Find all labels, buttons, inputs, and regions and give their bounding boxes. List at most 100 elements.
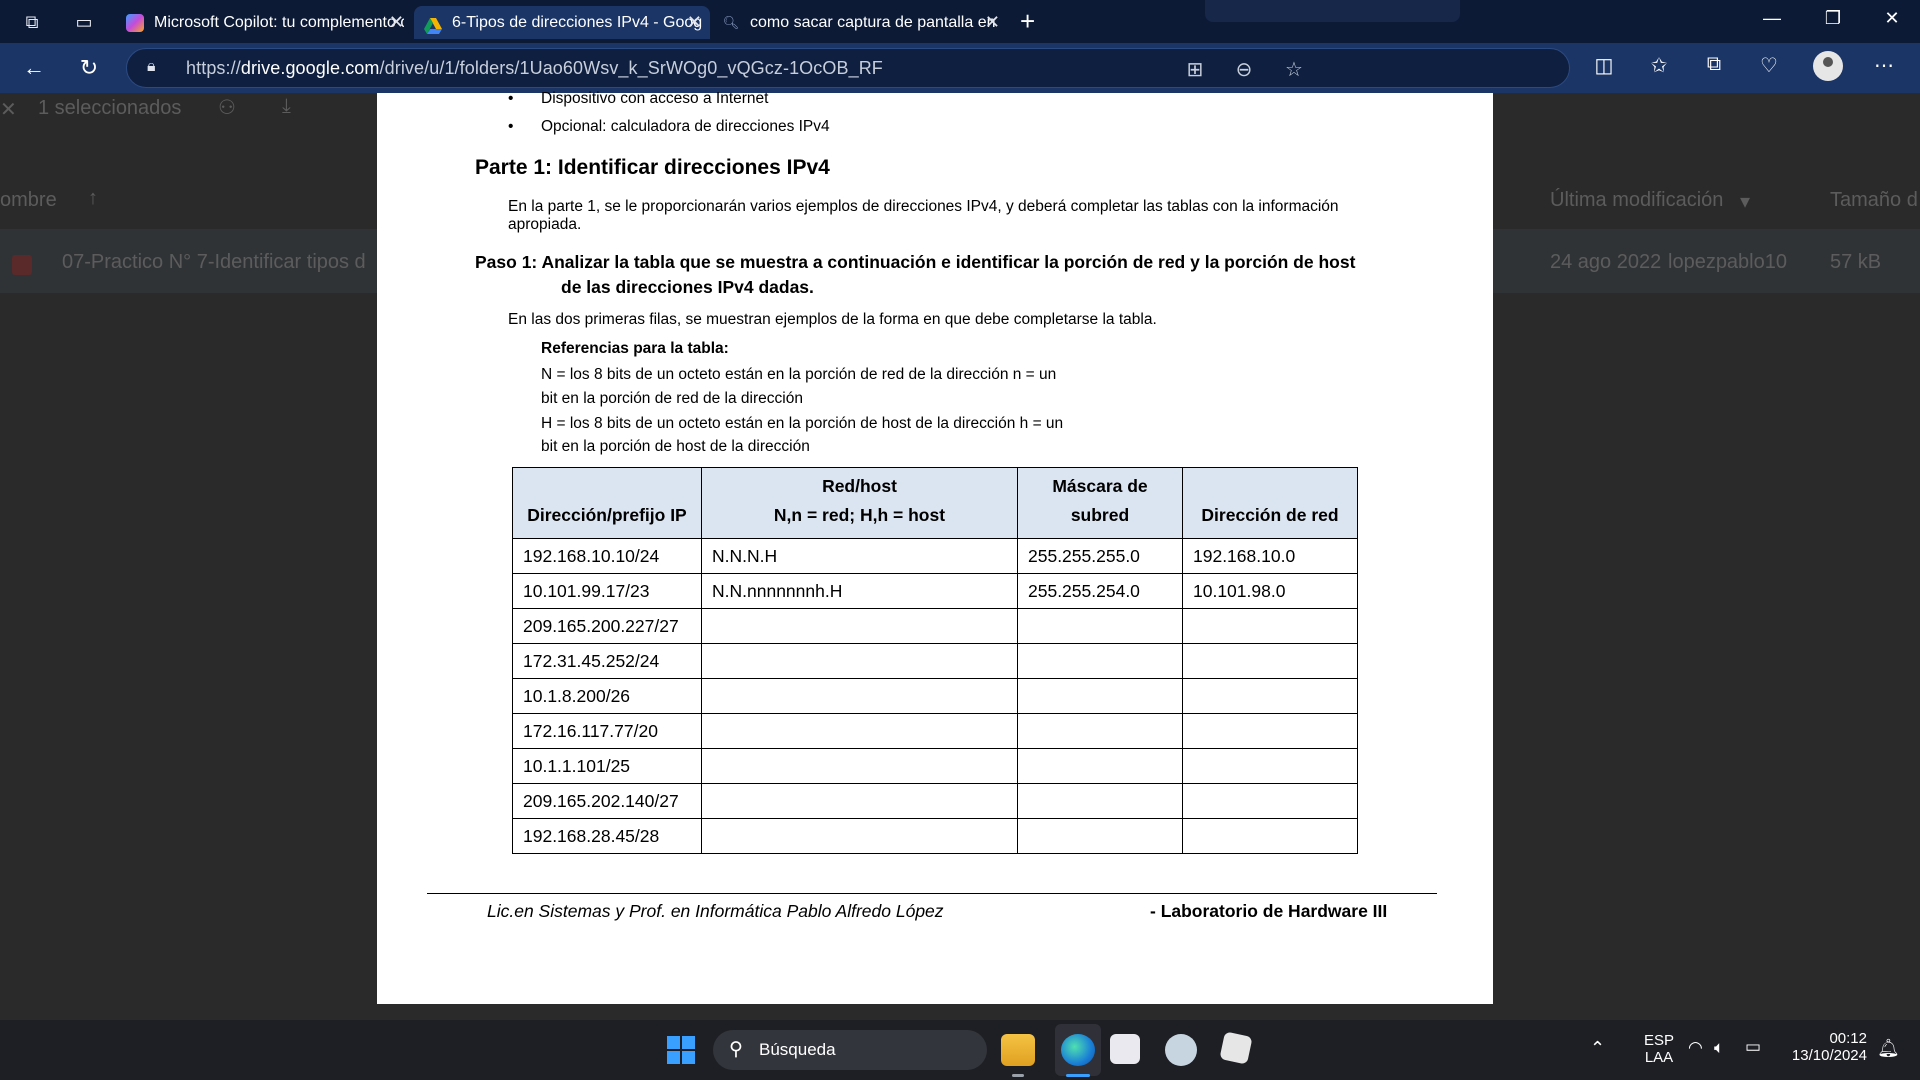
reference-text: H = los 8 bits de un octeto están en la … bbox=[541, 415, 1064, 432]
split-screen-icon[interactable]: ◫ bbox=[1587, 53, 1621, 78]
close-tab-icon[interactable]: ✕ bbox=[985, 6, 1000, 39]
tab-google-drive[interactable]: 6-Tipos de direcciones IPv4 - Google Dri… bbox=[414, 6, 710, 39]
file-explorer-icon[interactable] bbox=[1001, 1034, 1035, 1066]
tab-actions-icon[interactable]: ▭ bbox=[70, 8, 98, 36]
table-cell bbox=[1182, 713, 1358, 749]
table-cell: 209.165.200.227/27 bbox=[512, 608, 702, 644]
windows-start-icon[interactable] bbox=[667, 1036, 695, 1064]
lock-icon[interactable]: 🔒︎ bbox=[147, 58, 156, 76]
footer-course: - Laboratorio de Hardware III bbox=[1150, 901, 1388, 921]
url-text[interactable]: https://drive.google.com/drive/u/1/folde… bbox=[186, 58, 883, 79]
close-selection-icon[interactable]: ✕ bbox=[0, 97, 17, 122]
more-options-icon[interactable]: ⋯ bbox=[1867, 53, 1901, 78]
references-title: Referencias para la tabla: bbox=[541, 340, 729, 357]
file-name[interactable]: 07-Practico N° 7-Identificar tipos d bbox=[62, 251, 366, 274]
collections-icon[interactable]: ⧉ bbox=[1697, 53, 1731, 76]
close-window-icon[interactable]: ✕ bbox=[1872, 8, 1912, 29]
table-header-row: Dirección/prefijo IP Red/host N,n = red; … bbox=[512, 467, 1358, 539]
table-cell: 192.168.28.45/28 bbox=[512, 818, 702, 854]
share-icon[interactable]: ⚇ bbox=[218, 95, 236, 120]
zoom-icon[interactable]: ⊖ bbox=[1230, 57, 1258, 82]
step-title: Paso 1: Analizar la tabla que se muestra… bbox=[475, 252, 1356, 297]
workspaces-icon[interactable]: ⧉ bbox=[18, 8, 46, 36]
table-cell: 10.101.99.17/23 bbox=[512, 573, 702, 609]
intro-text: apropiada. bbox=[508, 216, 582, 233]
table-cell: 172.16.117.77/20 bbox=[512, 713, 702, 749]
example-note: En las dos primeras filas, se muestran e… bbox=[508, 311, 1157, 328]
table-row: 10.1.1.101/25 bbox=[512, 748, 1358, 784]
profile-avatar[interactable] bbox=[1813, 51, 1843, 81]
table-cell bbox=[1182, 818, 1358, 854]
close-tab-icon[interactable]: ✕ bbox=[687, 6, 702, 39]
tab-title: Microsoft Copilot: tu complemento de IA bbox=[154, 14, 404, 31]
tab-search[interactable]: 🔍︎ como sacar captura de pantalla en win… bbox=[712, 6, 1008, 39]
wifi-icon[interactable]: ◠ bbox=[1688, 1038, 1703, 1058]
table-cell bbox=[701, 608, 1018, 644]
table-cell bbox=[1017, 608, 1183, 644]
table-row: 172.16.117.77/20 bbox=[512, 713, 1358, 749]
search-icon: ⚲ bbox=[729, 1039, 743, 1060]
table-row: 10.1.8.200/26 bbox=[512, 678, 1358, 714]
app-available-icon[interactable]: ⊞ bbox=[1181, 57, 1209, 82]
bullet-item: Dispositivo con acceso a Internet bbox=[508, 90, 769, 108]
download-icon[interactable]: ⤓ bbox=[282, 95, 291, 118]
table-cell bbox=[1017, 783, 1183, 819]
notification-bell-icon[interactable]: 🔔︎ bbox=[1877, 1038, 1900, 1059]
table-row: 192.168.28.45/28 bbox=[512, 818, 1358, 854]
table-cell bbox=[701, 643, 1018, 679]
chevron-up-icon[interactable]: ⌃ bbox=[1590, 1038, 1605, 1059]
pdf-icon bbox=[12, 255, 32, 275]
size-column-header[interactable]: Tamaño d bbox=[1830, 189, 1918, 212]
table-cell bbox=[1182, 678, 1358, 714]
table-cell bbox=[1182, 783, 1358, 819]
clock[interactable]: 00:12 13/10/2024 bbox=[1783, 1030, 1867, 1064]
pdf-page: Dispositivo con acceso a Internet Opcion… bbox=[377, 90, 1493, 1004]
battery-icon[interactable]: ▭ bbox=[1745, 1037, 1761, 1057]
taskbar-search[interactable]: ⚲ Búsqueda bbox=[713, 1030, 987, 1070]
header-net-host: Red/host N,n = red; H,h = host bbox=[701, 467, 1018, 539]
table-row: 192.168.10.10/24 N.N.N.H 255.255.255.0 1… bbox=[512, 538, 1358, 574]
new-tab-button[interactable]: + bbox=[1020, 6, 1035, 36]
table-cell bbox=[701, 748, 1018, 784]
tab-copilot[interactable]: Microsoft Copilot: tu complemento de IA … bbox=[116, 6, 412, 39]
table-cell bbox=[1182, 748, 1358, 784]
header-ip-prefix: Dirección/prefijo IP bbox=[512, 467, 702, 539]
table-cell: 172.31.45.252/24 bbox=[512, 643, 702, 679]
steam-icon[interactable] bbox=[1165, 1034, 1197, 1066]
sort-arrow-icon[interactable]: ↑ bbox=[88, 187, 98, 210]
table-cell bbox=[701, 713, 1018, 749]
input-language[interactable]: ESP LAA bbox=[1638, 1032, 1680, 1066]
address-bar[interactable]: 🔒︎ https://drive.google.com/drive/u/1/fo… bbox=[126, 48, 1570, 88]
header-subnet-mask: Máscara de subred bbox=[1017, 467, 1183, 539]
table-cell bbox=[1182, 608, 1358, 644]
minimize-icon[interactable]: — bbox=[1752, 8, 1792, 29]
microsoft-store-icon[interactable] bbox=[1110, 1034, 1140, 1064]
modified-column-header[interactable]: Última modificación bbox=[1550, 189, 1723, 212]
table-row: 209.165.200.227/27 bbox=[512, 608, 1358, 644]
reference-text: bit en la porción de red de la dirección bbox=[541, 390, 803, 407]
search-placeholder: Búsqueda bbox=[759, 1040, 836, 1059]
favorite-star-icon[interactable]: ☆ bbox=[1280, 57, 1308, 82]
browser-essentials-icon[interactable]: ♡ bbox=[1752, 53, 1786, 78]
name-column-header[interactable]: ombre bbox=[0, 189, 57, 212]
google-drive-icon bbox=[424, 14, 442, 34]
table-cell bbox=[1182, 643, 1358, 679]
table-cell bbox=[1017, 818, 1183, 854]
edge-browser-icon[interactable] bbox=[1061, 1034, 1095, 1066]
refresh-icon[interactable]: ↻ bbox=[73, 53, 105, 83]
table-cell: 10.1.1.101/25 bbox=[512, 748, 702, 784]
intro-text: En la parte 1, se le proporcionarán vari… bbox=[508, 198, 1339, 215]
close-tab-icon[interactable]: ✕ bbox=[389, 6, 404, 39]
volume-icon[interactable]: 🔈︎ bbox=[1714, 1038, 1724, 1058]
roblox-icon[interactable] bbox=[1219, 1031, 1253, 1065]
header-network-address: Dirección de red bbox=[1182, 467, 1358, 539]
sort-dropdown-icon[interactable]: ▾ bbox=[1740, 189, 1750, 214]
table-row: 209.165.202.140/27 bbox=[512, 783, 1358, 819]
restore-icon[interactable]: ❐ bbox=[1813, 8, 1853, 29]
ipv4-table: Dirección/prefijo IP Red/host N,n = red; … bbox=[512, 467, 1358, 854]
table-cell: 192.168.10.0 bbox=[1182, 538, 1358, 574]
back-icon[interactable]: ← bbox=[18, 53, 50, 83]
table-cell bbox=[1017, 643, 1183, 679]
taskbar: ⚲ Búsqueda ⌃ ESP LAA ◠ 🔈︎ ▭ 00:12 13/10/20… bbox=[0, 1020, 1920, 1080]
favorites-icon[interactable]: ✩ bbox=[1642, 53, 1676, 78]
